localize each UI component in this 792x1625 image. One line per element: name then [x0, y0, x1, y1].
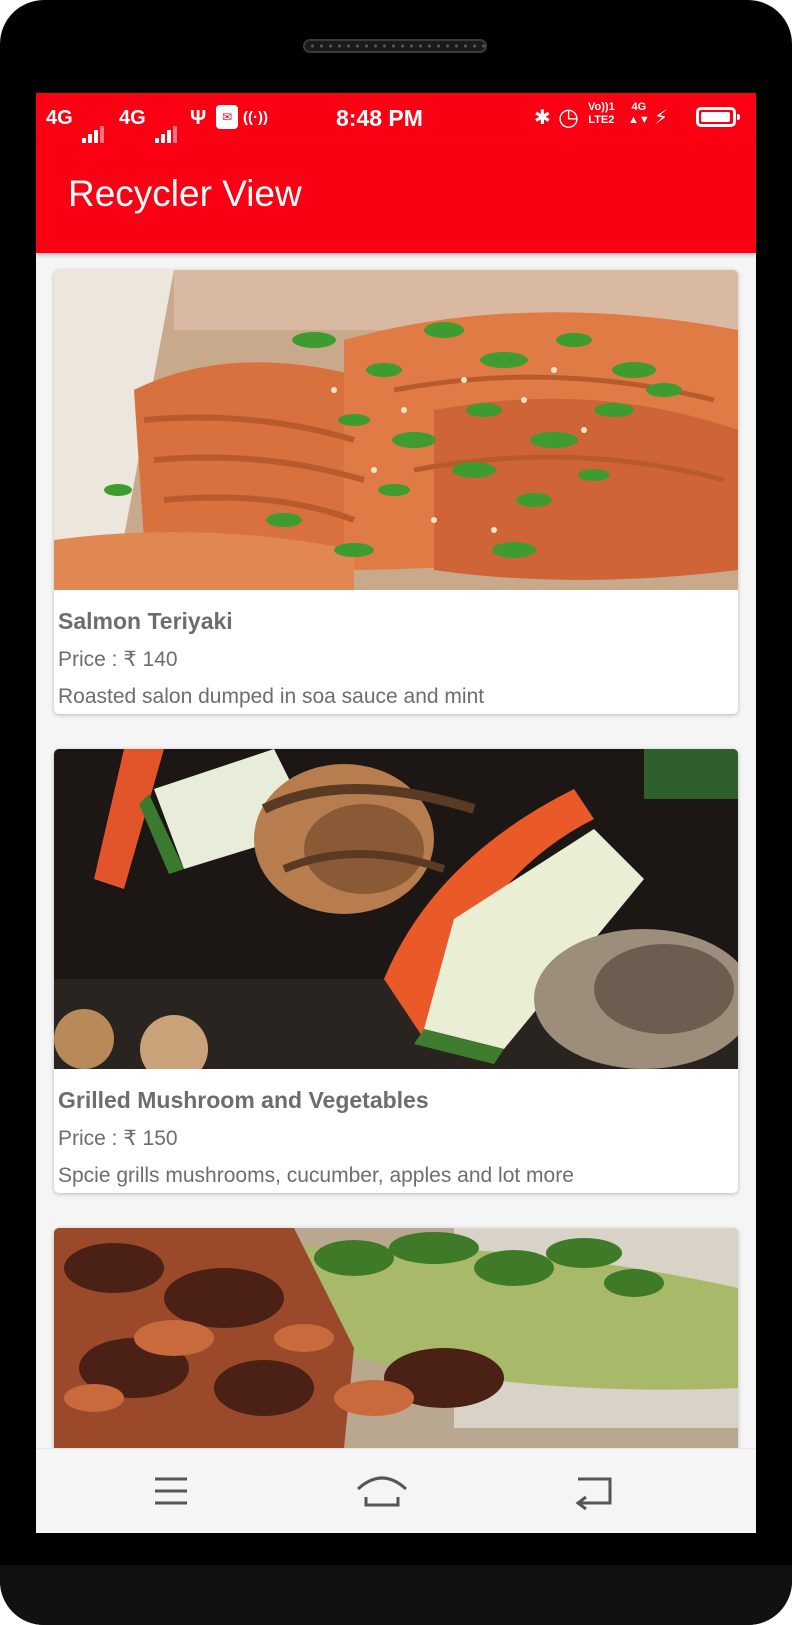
grilled-chicken-image [54, 1228, 738, 1448]
data-arrows-icon: ▲▼ [628, 114, 650, 126]
network-label-right: 4G [631, 101, 647, 113]
grilled-chicken-photo-icon [54, 1228, 738, 1448]
network-indicator-right: 4G ▲▼ [628, 101, 650, 127]
menu-button[interactable] [141, 1469, 201, 1513]
grilled-vegetables-photo-icon [54, 749, 738, 1069]
device-screen: 4G 4G Ψ ✉ ((·)) 8:48 PM ✱ ◷ Vo))1 LTE2 4… [36, 93, 756, 1533]
bluetooth-icon: ✱ [534, 107, 551, 129]
signal-group-2: 4G [119, 93, 179, 144]
status-time: 8:48 PM [336, 105, 423, 131]
phone-frame: 4G 4G Ψ ✉ ((·)) 8:48 PM ✱ ◷ Vo))1 LTE2 4… [0, 0, 792, 1625]
signal-icon [155, 94, 179, 144]
network-label-1: 4G [46, 107, 73, 129]
list-item-card[interactable]: Salmon Teriyaki Price : ₹ 140 Roasted sa… [54, 270, 738, 714]
item-description: Roasted salon dumped in soa sauce and mi… [58, 685, 485, 708]
battery-fill [701, 112, 730, 122]
speaker-grille [303, 39, 487, 53]
list-item-card[interactable]: Grilled Mushroom and Vegetables Price : … [54, 749, 738, 1193]
item-price: Price : ₹ 140 [58, 648, 178, 671]
app-title: Recycler View [68, 173, 302, 214]
app-bar: Recycler View [36, 143, 756, 253]
salmon-teriyaki-image [54, 270, 738, 590]
lte-label: LTE2 [588, 114, 615, 126]
phone-chin [0, 1565, 792, 1625]
menu-icon [155, 1477, 187, 1505]
recycler-list[interactable]: Salmon Teriyaki Price : ₹ 140 Roasted sa… [36, 253, 756, 1448]
usb-icon: Ψ [190, 107, 207, 129]
item-description: Spcie grills mushrooms, cucumber, apples… [58, 1164, 574, 1187]
alarm-icon: ◷ [558, 104, 579, 131]
volte-indicator: Vo))1 LTE2 [588, 101, 615, 127]
status-bar: 4G 4G Ψ ✉ ((·)) 8:48 PM ✱ ◷ Vo))1 LTE2 4… [36, 93, 756, 144]
item-name: Grilled Mushroom and Vegetables [58, 1087, 429, 1113]
home-button[interactable] [352, 1469, 412, 1513]
battery-icon [696, 107, 740, 127]
hotspot-icon: ((·)) [243, 109, 268, 126]
item-price: Price : ₹ 150 [58, 1127, 178, 1150]
network-label-2: 4G [119, 107, 146, 129]
item-name: Salmon Teriyaki [58, 608, 233, 634]
back-button[interactable] [564, 1469, 624, 1513]
list-item-card[interactable] [54, 1228, 738, 1448]
charging-icon: ⚡ [654, 107, 669, 129]
salmon-teriyaki-photo-icon [54, 270, 738, 590]
signal-group-1: 4G [46, 93, 106, 144]
back-icon [575, 1477, 612, 1511]
app-notification-icon: ✉ [216, 105, 238, 129]
signal-icon [82, 94, 106, 144]
grilled-vegetables-image [54, 749, 738, 1069]
navigation-bar [36, 1448, 756, 1533]
home-icon [356, 1476, 408, 1507]
volte-label: Vo))1 [588, 101, 615, 113]
